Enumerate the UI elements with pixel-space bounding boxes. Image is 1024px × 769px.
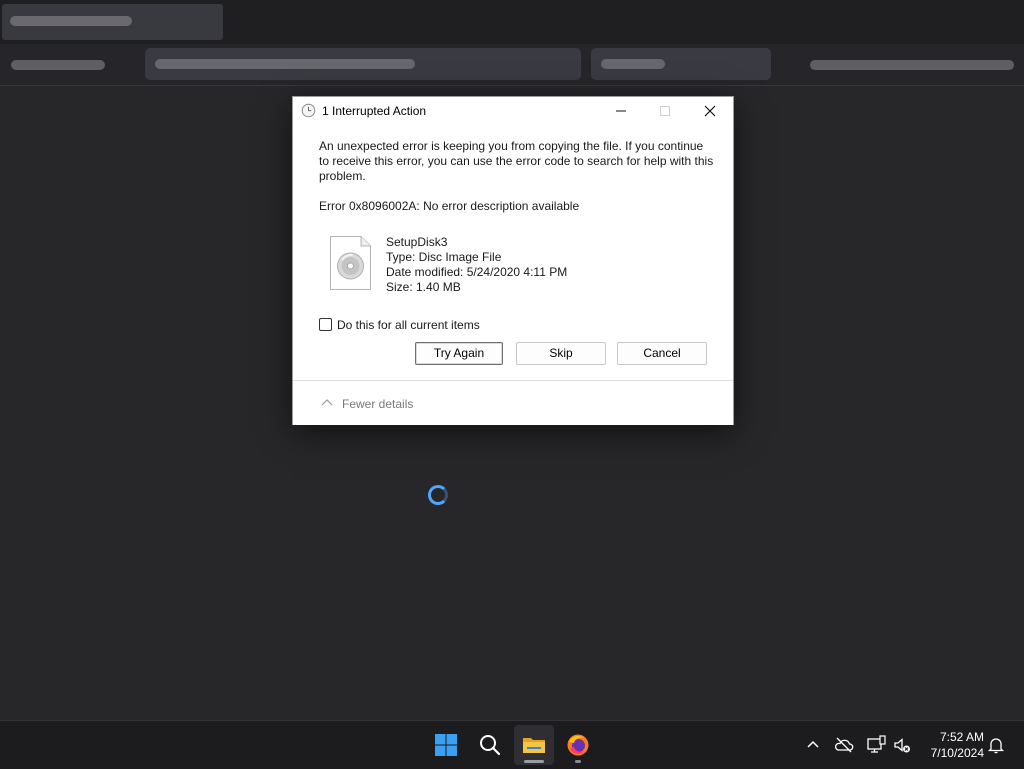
chevron-up-icon[interactable] [321,398,333,406]
explorer-address-bar [0,44,1024,86]
clock-time: 7:52 AM [939,730,984,744]
interrupted-action-dialog: 1 Interrupted Action An unexpected error… [292,96,734,425]
dialog-title-bar: 1 Interrupted Action [293,97,733,125]
fewer-details-toggle[interactable]: Fewer details [342,397,413,411]
apply-to-all-label[interactable]: Do this for all current items [337,318,480,332]
minimize-icon [616,110,626,112]
onedrive-icon[interactable] [834,735,854,755]
taskbar: 7:52 AM 7/10/2024 [0,720,1024,769]
try-again-button[interactable]: Try Again [415,342,503,365]
clock-icon [301,103,316,118]
maximize-icon [660,106,670,116]
chevron-up-icon[interactable] [803,735,823,755]
taskbar-clock[interactable]: 7:52 AM 7/10/2024 [916,729,984,761]
file-explorer-icon [523,738,545,753]
close-button[interactable] [688,97,732,125]
dialog-footer: Fewer details [293,380,733,425]
dialog-title: 1 Interrupted Action [322,104,427,118]
search-button[interactable] [470,725,510,765]
start-icon [435,734,457,756]
file-date-modified: Date modified: 5/24/2020 4:11 PM [386,265,568,279]
file-details: SetupDisk3 Type: Disc Image File Date mo… [386,235,567,295]
firefox-button[interactable] [558,725,598,765]
volume-muted-icon[interactable] [892,735,912,755]
error-message: An unexpected error is keeping you from … [319,139,714,183]
file-type: Type: Disc Image File [386,250,502,264]
explorer-title-bar [0,0,1024,44]
running-indicator [575,760,581,763]
file-size: Size: 1.40 MB [386,280,461,294]
search-icon [480,735,501,756]
apply-to-all-checkbox[interactable] [319,318,332,331]
disc-image-file-icon [330,236,371,290]
skip-button[interactable]: Skip [516,342,606,365]
start-button[interactable] [426,725,466,765]
cancel-button[interactable]: Cancel [617,342,707,365]
file-explorer-button[interactable] [514,725,554,765]
address-field[interactable] [145,48,581,80]
maximize-button[interactable] [643,97,687,125]
active-indicator [524,760,544,763]
firefox-icon [567,734,589,756]
network-icon[interactable] [866,735,886,755]
error-code: Error 0x8096002A: No error description a… [319,199,580,213]
explorer-tab[interactable] [2,4,223,40]
busy-spinner-icon [428,485,448,505]
clock-date: 7/10/2024 [930,746,984,760]
close-icon [704,105,716,117]
search-field[interactable] [591,48,771,80]
notification-bell-icon[interactable] [986,735,1006,755]
minimize-button[interactable] [599,97,643,125]
file-name: SetupDisk3 [386,235,448,249]
